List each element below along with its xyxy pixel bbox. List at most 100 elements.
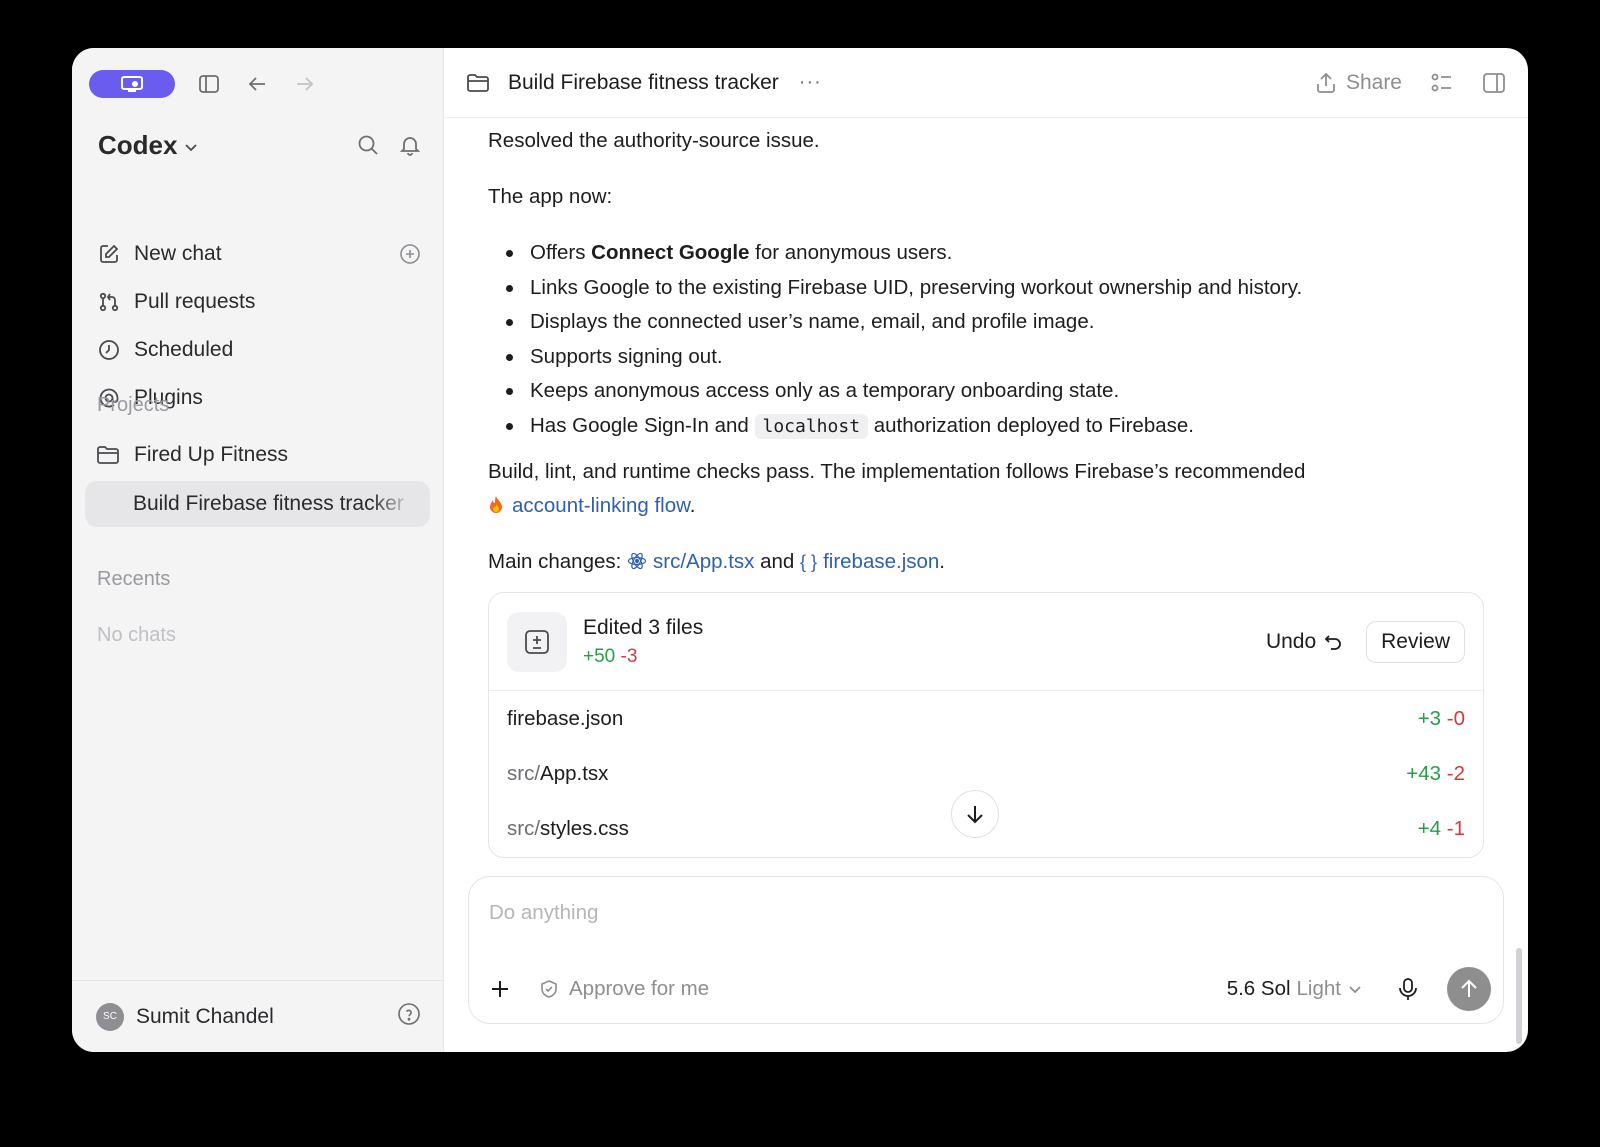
sidebar-footer: SC Sumit Chandel bbox=[72, 980, 443, 1052]
sidebar: Codex New chat Pull requests Scheduled P… bbox=[72, 48, 444, 1052]
list-item: Displays the connected user’s name, emai… bbox=[488, 305, 1484, 340]
scroll-down-button[interactable] bbox=[951, 790, 999, 838]
share-icon bbox=[1317, 72, 1335, 93]
folder-icon bbox=[467, 73, 489, 92]
add-circle-icon[interactable] bbox=[399, 243, 421, 265]
sidebar-item-new-chat[interactable]: New chat bbox=[96, 230, 421, 278]
review-button[interactable]: Review bbox=[1366, 620, 1465, 663]
forward-arrow-icon[interactable] bbox=[291, 70, 319, 98]
chat-item-label: Build Firebase fitness tracker bbox=[133, 492, 404, 515]
shield-icon bbox=[541, 980, 557, 998]
list-item: Has Google Sign-In and localhost authori… bbox=[488, 409, 1484, 444]
list-item: Offers Connect Google for anonymous user… bbox=[488, 236, 1484, 271]
microphone-icon[interactable] bbox=[1397, 977, 1419, 1001]
folder-icon bbox=[96, 444, 122, 466]
window-toolbar bbox=[89, 70, 319, 98]
main-panel: Build Firebase fitness tracker ··· Share… bbox=[444, 48, 1528, 1052]
file-name: styles.css bbox=[540, 816, 629, 840]
share-button[interactable]: Share bbox=[1316, 71, 1402, 95]
file-dir: src/ bbox=[507, 761, 541, 785]
share-label: Share bbox=[1345, 70, 1402, 94]
message-paragraph: The app now: bbox=[488, 185, 613, 208]
changes-title: Edited 3 files bbox=[583, 615, 704, 639]
user-name[interactable]: Sumit Chandel bbox=[136, 1005, 274, 1029]
monitor-icon bbox=[121, 76, 143, 92]
project-item[interactable]: Fired Up Fitness bbox=[96, 434, 421, 476]
file-name: App.tsx bbox=[540, 761, 609, 785]
search-icon[interactable] bbox=[357, 134, 379, 156]
plus-icon[interactable] bbox=[489, 978, 511, 1000]
assistant-message: Resolved the authority-source issue. The… bbox=[488, 124, 1484, 601]
help-icon[interactable] bbox=[397, 1002, 421, 1031]
arrow-down-icon bbox=[967, 806, 983, 824]
arrow-up-icon bbox=[1461, 979, 1477, 997]
undo-button[interactable]: Undo bbox=[1266, 630, 1342, 654]
undo-icon bbox=[1324, 634, 1341, 650]
file-removed: -1 bbox=[1446, 816, 1465, 840]
project-name: Fired Up Fitness bbox=[134, 443, 289, 466]
firebase-json-link[interactable]: firebase.json bbox=[823, 550, 939, 573]
feature-list: Offers Connect Google for anonymous user… bbox=[488, 236, 1484, 443]
file-changes-header: Edited 3 files +50 -3 Undo Review bbox=[489, 593, 1483, 691]
sidebar-item-scheduled[interactable]: Scheduled bbox=[96, 326, 421, 374]
more-options-icon[interactable]: ··· bbox=[799, 71, 822, 94]
approve-toggle[interactable]: Approve for me bbox=[539, 977, 709, 1001]
avatar[interactable]: SC bbox=[96, 1002, 124, 1031]
message-composer[interactable]: Do anything Approve for me 5.6 Sol Light bbox=[468, 876, 1504, 1024]
file-dir: src/ bbox=[507, 816, 541, 840]
composer-input[interactable]: Do anything bbox=[489, 901, 598, 925]
model-variant: Light bbox=[1296, 977, 1341, 1000]
lines-added: +50 bbox=[583, 645, 616, 667]
account-linking-link[interactable]: account-linking flow bbox=[512, 494, 690, 517]
app-tsx-link[interactable]: src/App.tsx bbox=[653, 550, 754, 573]
workspace-toggle-button[interactable] bbox=[89, 70, 175, 98]
file-row[interactable]: firebase.json +3 -0 bbox=[489, 691, 1483, 746]
diff-icon bbox=[507, 611, 567, 672]
inline-code: localhost bbox=[754, 413, 869, 439]
pull-request-icon bbox=[96, 289, 122, 315]
sidebar-item-pull-requests[interactable]: Pull requests bbox=[96, 278, 421, 326]
app-window: Codex New chat Pull requests Scheduled P… bbox=[72, 48, 1528, 1052]
chevron-down-icon[interactable] bbox=[183, 139, 199, 155]
file-name: firebase.json bbox=[507, 706, 624, 730]
model-selector[interactable]: 5.6 Sol Light bbox=[1227, 977, 1363, 1001]
back-arrow-icon[interactable] bbox=[243, 70, 271, 98]
chat-header: Build Firebase fitness tracker ··· Share bbox=[444, 48, 1528, 118]
approve-label: Approve for me bbox=[569, 977, 710, 1000]
file-removed: -2 bbox=[1446, 761, 1465, 785]
brand-name[interactable]: Codex bbox=[98, 130, 177, 161]
projects-heading: Projects bbox=[97, 394, 170, 416]
file-removed: -0 bbox=[1446, 706, 1465, 730]
list-item: Links Google to the existing Firebase UI… bbox=[488, 271, 1484, 306]
message-paragraph: Build, lint, and runtime checks pass. Th… bbox=[488, 460, 1306, 517]
scrollbar[interactable] bbox=[1516, 948, 1522, 1044]
message-paragraph: Resolved the authority-source issue. bbox=[488, 129, 820, 152]
model-name: 5.6 Sol bbox=[1226, 977, 1291, 1000]
message-paragraph: Main changes: src/App.tsx and { } firebas… bbox=[488, 550, 945, 573]
lines-removed: -3 bbox=[620, 645, 638, 667]
file-added: +43 bbox=[1406, 761, 1442, 785]
edit-icon bbox=[96, 241, 122, 267]
file-added: +4 bbox=[1417, 816, 1442, 840]
recents-empty-text: No chats bbox=[97, 624, 176, 646]
undo-label: Undo bbox=[1265, 629, 1317, 653]
recents-heading: Recents bbox=[97, 568, 171, 590]
sidebar-item-label: Pull requests bbox=[134, 290, 256, 313]
file-added: +3 bbox=[1417, 706, 1442, 730]
react-icon bbox=[627, 552, 647, 570]
sidebar-toggle-icon[interactable] bbox=[195, 70, 223, 98]
chevron-down-icon bbox=[1349, 986, 1361, 994]
sidebar-item-label: New chat bbox=[134, 242, 222, 265]
chat-item-active[interactable]: Build Firebase fitness tracker bbox=[85, 481, 430, 527]
sidebar-item-label: Scheduled bbox=[134, 338, 234, 361]
panel-toggle-icon[interactable] bbox=[1482, 72, 1506, 94]
brand-row: Codex bbox=[98, 128, 421, 162]
send-button[interactable] bbox=[1447, 967, 1491, 1011]
list-item: Keeps anonymous access only as a tempora… bbox=[488, 374, 1484, 409]
list-item: Supports signing out. bbox=[488, 340, 1484, 375]
checklist-icon[interactable] bbox=[1430, 72, 1454, 94]
bell-icon[interactable] bbox=[399, 134, 421, 156]
json-braces-icon: { } bbox=[800, 552, 818, 572]
chat-title: Build Firebase fitness tracker bbox=[508, 70, 779, 94]
clock-icon bbox=[96, 337, 122, 363]
